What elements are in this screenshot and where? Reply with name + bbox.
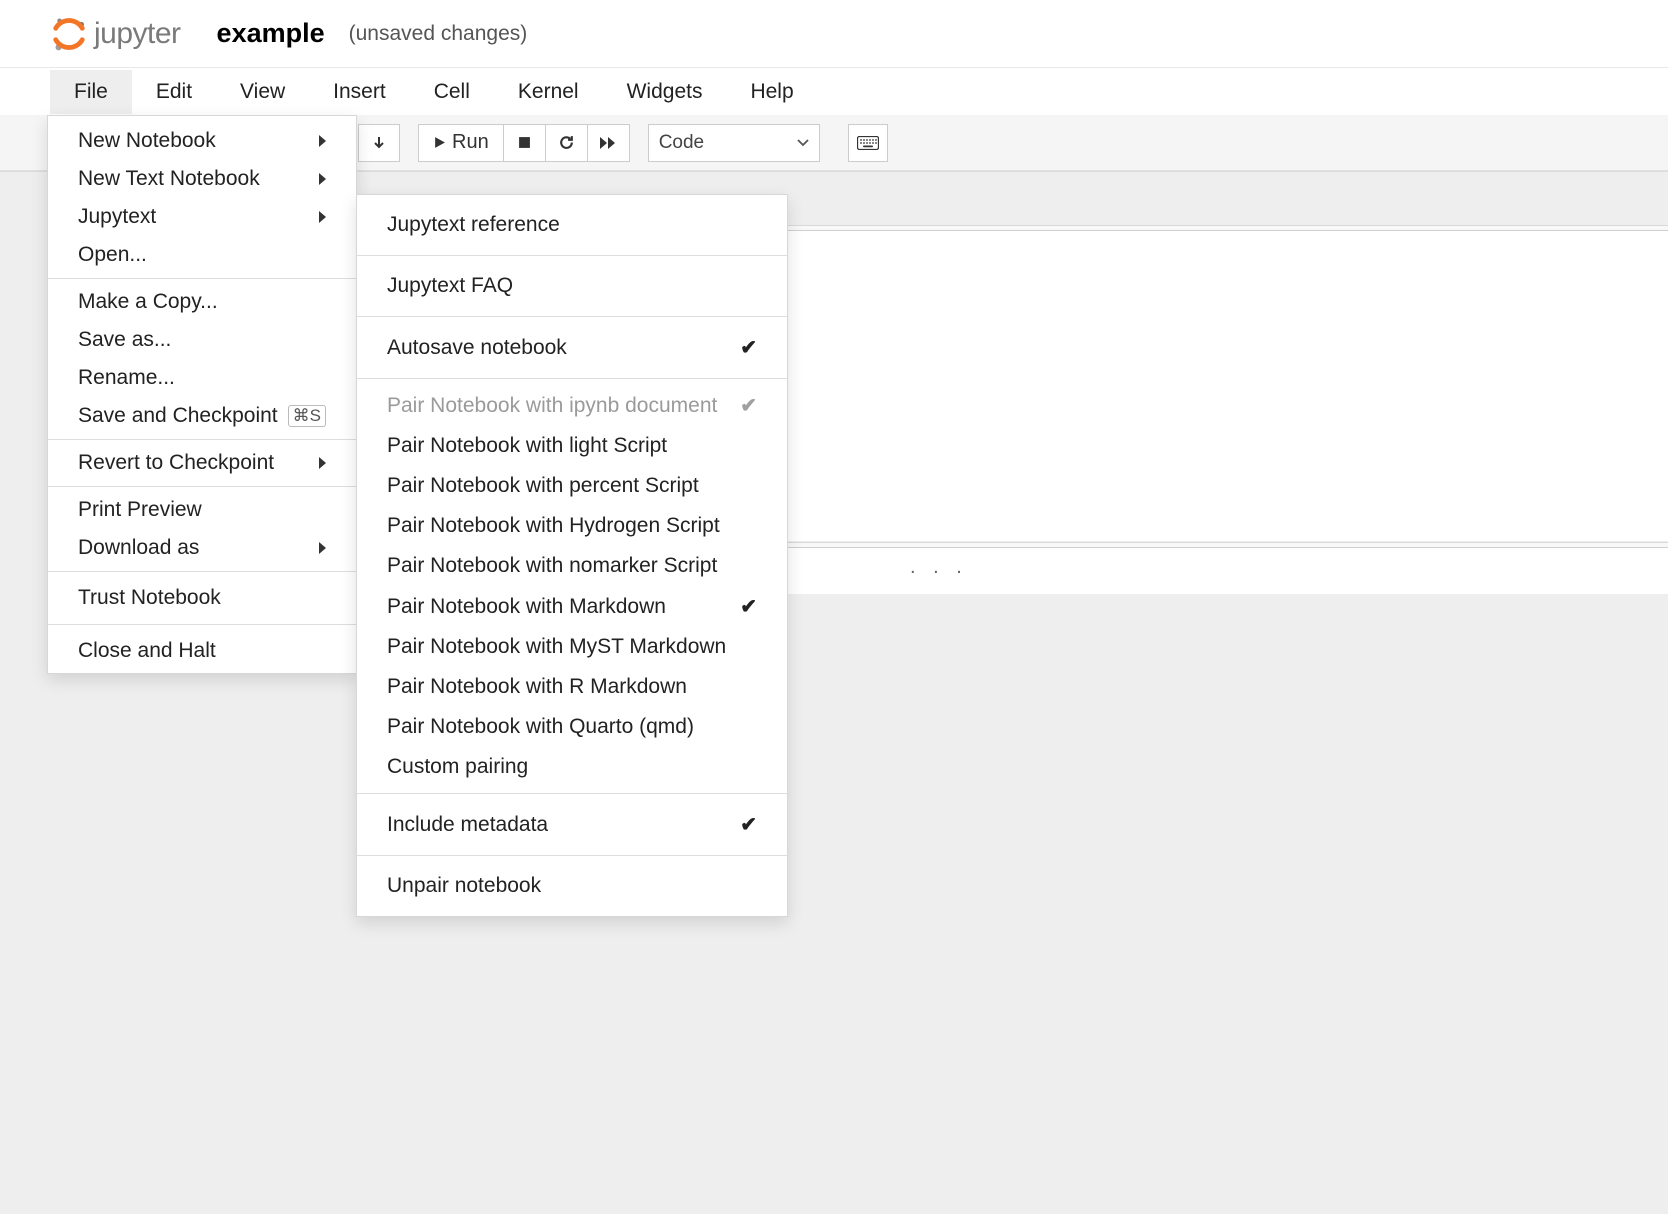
menu-separator — [48, 278, 356, 279]
stop-icon — [518, 136, 531, 149]
submenu-arrow-icon — [319, 135, 326, 147]
submenu-arrow-icon — [319, 211, 326, 223]
pair-quarto[interactable]: Pair Notebook with Quarto (qmd) — [357, 707, 787, 747]
run-button[interactable]: Run — [418, 124, 504, 162]
command-palette-button[interactable] — [848, 124, 888, 162]
menu-separator — [48, 439, 356, 440]
menu-edit[interactable]: Edit — [132, 70, 216, 114]
submenu-arrow-icon — [319, 542, 326, 554]
pair-nomarker-script[interactable]: Pair Notebook with nomarker Script — [357, 546, 787, 586]
file-jupytext[interactable]: Jupytext — [48, 198, 356, 236]
arrow-down-icon — [371, 135, 387, 151]
file-save-checkpoint[interactable]: Save and Checkpoint ⌘S — [48, 397, 356, 435]
play-icon — [433, 136, 446, 149]
file-rename[interactable]: Rename... — [48, 359, 356, 397]
jupyter-logo[interactable]: jupyter — [50, 15, 181, 53]
pair-ipynb[interactable]: Pair Notebook with ipynb document ✔ — [357, 379, 787, 426]
chevron-down-icon — [797, 139, 809, 147]
menu-cell[interactable]: Cell — [410, 70, 494, 114]
celltype-select[interactable]: Code — [648, 124, 820, 162]
check-icon: ✔ — [740, 594, 757, 619]
submenu-arrow-icon — [319, 457, 326, 469]
restart-button[interactable] — [546, 124, 588, 162]
file-new-notebook[interactable]: New Notebook — [48, 116, 356, 160]
check-icon: ✔ — [740, 393, 757, 418]
unpair-notebook[interactable]: Unpair notebook — [357, 856, 787, 916]
pair-markdown[interactable]: Pair Notebook with Markdown ✔ — [357, 586, 787, 627]
submenu-arrow-icon — [319, 173, 326, 185]
jupytext-reference[interactable]: Jupytext reference — [357, 195, 787, 255]
file-new-text-notebook[interactable]: New Text Notebook — [48, 160, 356, 198]
header: jupyter example (unsaved changes) — [0, 0, 1668, 68]
notebook-cell-area — [788, 231, 1668, 541]
celltype-label: Code — [659, 132, 704, 154]
file-print-preview[interactable]: Print Preview — [48, 491, 356, 529]
pair-hydrogen-script[interactable]: Pair Notebook with Hydrogen Script — [357, 506, 787, 546]
menu-insert[interactable]: Insert — [309, 70, 410, 114]
file-dropdown: New Notebook New Text Notebook Jupytext … — [47, 115, 357, 674]
check-icon: ✔ — [740, 812, 757, 837]
jupytext-submenu: Jupytext reference Jupytext FAQ Autosave… — [356, 194, 788, 917]
jupyter-wordmark: jupyter — [94, 17, 181, 51]
restart-run-all-button[interactable] — [588, 124, 630, 162]
menu-file[interactable]: File — [50, 70, 132, 114]
menu-kernel[interactable]: Kernel — [494, 70, 603, 114]
file-trust-notebook[interactable]: Trust Notebook — [48, 576, 356, 620]
jupytext-faq[interactable]: Jupytext FAQ — [357, 256, 787, 316]
keyboard-icon — [857, 136, 879, 150]
menu-widgets[interactable]: Widgets — [603, 70, 727, 114]
interrupt-button[interactable] — [504, 124, 546, 162]
menu-help[interactable]: Help — [726, 70, 817, 114]
file-save-as[interactable]: Save as... — [48, 321, 356, 359]
menu-separator — [48, 571, 356, 572]
file-make-copy[interactable]: Make a Copy... — [48, 283, 356, 321]
custom-pairing[interactable]: Custom pairing — [357, 747, 787, 793]
file-open[interactable]: Open... — [48, 236, 356, 274]
jupyter-icon — [50, 15, 88, 53]
menu-view[interactable]: View — [216, 70, 309, 114]
menu-separator — [48, 624, 356, 625]
run-group: Run — [418, 124, 630, 162]
notebook-title[interactable]: example — [217, 18, 325, 49]
file-revert-checkpoint[interactable]: Revert to Checkpoint — [48, 444, 356, 482]
kbd-shortcut: ⌘S — [288, 405, 326, 427]
menu-separator — [48, 486, 356, 487]
include-metadata[interactable]: Include metadata ✔ — [357, 794, 787, 855]
move-down-button[interactable] — [358, 124, 400, 162]
fast-forward-icon — [599, 136, 617, 150]
jupytext-autosave[interactable]: Autosave notebook ✔ — [357, 317, 787, 378]
run-label: Run — [452, 131, 489, 154]
cell-ellipsis: . . . — [910, 556, 968, 579]
file-close-halt[interactable]: Close and Halt — [48, 629, 356, 673]
restart-icon — [558, 134, 575, 151]
menubar: File Edit View Insert Cell Kernel Widget… — [0, 68, 1668, 115]
pair-r-markdown[interactable]: Pair Notebook with R Markdown — [357, 667, 787, 707]
pair-myst-markdown[interactable]: Pair Notebook with MyST Markdown — [357, 627, 787, 667]
file-download-as[interactable]: Download as — [48, 529, 356, 567]
save-status: (unsaved changes) — [349, 22, 528, 46]
check-icon: ✔ — [740, 335, 757, 360]
pair-percent-script[interactable]: Pair Notebook with percent Script — [357, 466, 787, 506]
pair-light-script[interactable]: Pair Notebook with light Script — [357, 426, 787, 466]
